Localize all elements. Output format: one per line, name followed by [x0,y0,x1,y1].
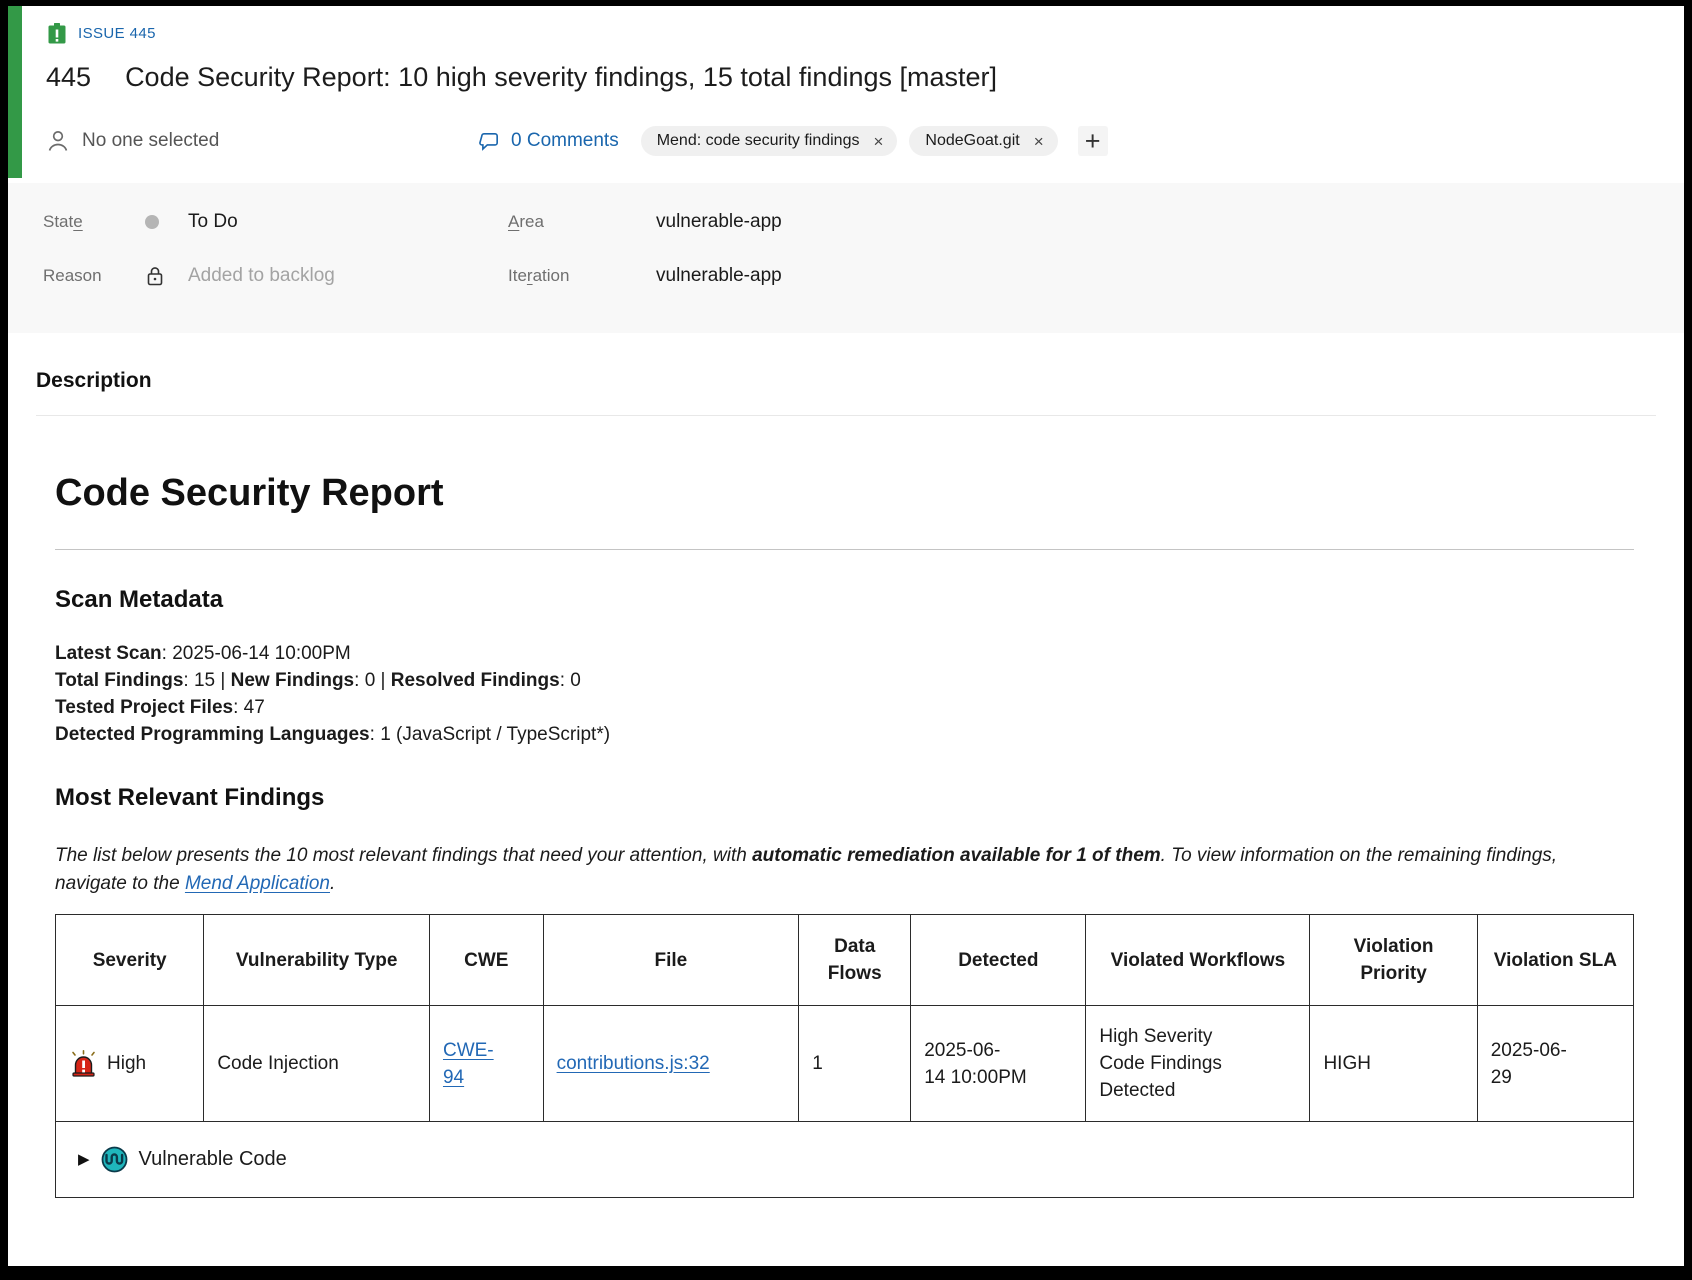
vulnerable-code-cell: ▶ Vulnerable Code [56,1122,1634,1198]
state-dot-icon [145,215,188,229]
description-section: Description [8,333,1684,416]
data-flows-cell: 1 [799,1006,911,1122]
work-item-title-row: 445 Code Security Report: 10 high severi… [46,62,1660,93]
siren-icon [69,1050,98,1077]
state-column: State To Do Reason Added to backlog [43,205,508,313]
description-body: Code Security Report Scan Metadata Lates… [8,472,1684,1198]
col-detected: Detected [911,915,1086,1006]
findings-table: Severity Vulnerability Type CWE File Dat… [55,914,1634,1198]
vulnerable-code-row: ▶ Vulnerable Code [56,1122,1634,1198]
state-field: State To Do [43,205,508,239]
reason-field: Reason Added to backlog [43,259,508,293]
work-item-meta-row: No one selected 0 Comments Mend: code se… [46,123,1660,159]
tag-label: Mend: code security findings [657,132,860,150]
vulnerable-code-expander[interactable]: ▶ Vulnerable Code [78,1146,1613,1173]
area-field: Area vulnerable-app [508,205,1684,239]
issue-type-icon [46,22,68,44]
assignee-picker[interactable]: No one selected [46,129,478,153]
work-item-fields-strip: State To Do Reason Added to backlog [8,183,1684,333]
work-item-type-label[interactable]: ISSUE 445 [78,25,156,42]
add-tag-button[interactable]: + [1078,126,1108,156]
col-violated-workflows: Violated Workflows [1086,915,1310,1006]
file-cell: contributions.js:32 [543,1006,799,1122]
col-violation-priority: Violation Priority [1310,915,1477,1006]
most-relevant-findings-heading: Most Relevant Findings [55,784,1634,812]
person-icon [46,129,70,153]
col-data-flows: Data Flows [799,915,911,1006]
classification-column: Area vulnerable-app Iteration vulnerable… [508,205,1684,313]
mend-application-link[interactable]: Mend Application [185,873,330,894]
comments-count-label: 0 Comments [511,130,619,152]
description-divider [36,415,1656,416]
severity-cell: High [56,1006,204,1122]
tag-pill[interactable]: Mend: code security findings × [641,126,898,156]
report-title: Code Security Report [55,472,1634,515]
work-item-header: ISSUE 445 445 Code Security Report: 10 h… [8,6,1684,159]
tag-remove-icon[interactable]: × [1034,133,1044,150]
work-item-id: 445 [46,62,91,93]
work-item-title[interactable]: Code Security Report: 10 high severity f… [125,62,1660,93]
assignee-label: No one selected [82,130,219,152]
state-label: State [43,212,145,232]
violation-priority-cell: HIGH [1310,1006,1477,1122]
col-vulnerability-type: Vulnerability Type [204,915,430,1006]
lock-icon [145,265,188,287]
tag-label: NodeGoat.git [925,132,1019,150]
severity-value: High [107,1050,146,1077]
iteration-value[interactable]: vulnerable-app [656,265,782,287]
tag-list: Mend: code security findings × NodeGoat.… [641,126,1108,156]
area-label: Area [508,212,656,232]
violation-sla-cell: 2025-06- 29 [1477,1006,1633,1122]
description-heading: Description [36,369,1656,393]
comment-bubble-icon [478,130,501,153]
report-divider [55,549,1634,550]
col-file: File [543,915,799,1006]
work-item-window: ISSUE 445 445 Code Security Report: 10 h… [8,6,1684,1266]
finding-row: High Code Injection CWE- 94 contribution… [56,1006,1634,1122]
vulnerability-type-cell: Code Injection [204,1006,430,1122]
scan-metadata-heading: Scan Metadata [55,586,1634,614]
col-cwe: CWE [429,915,543,1006]
expander-triangle-icon: ▶ [78,1146,90,1173]
cwe-cell: CWE- 94 [429,1006,543,1122]
cwe-link[interactable]: CWE- 94 [443,1040,494,1088]
iteration-label: Iteration [508,266,656,286]
findings-header-row: Severity Vulnerability Type CWE File Dat… [56,915,1634,1006]
reason-value[interactable]: Added to backlog [188,265,335,287]
iteration-field: Iteration vulnerable-app [508,259,1684,293]
tag-pill[interactable]: NodeGoat.git × [909,126,1057,156]
reason-label: Reason [43,266,145,286]
vulnerable-code-label: Vulnerable Code [139,1146,287,1173]
violated-workflows-cell: High Severity Code Findings Detected [1086,1006,1310,1122]
comments-link[interactable]: 0 Comments [478,130,619,153]
col-severity: Severity [56,915,204,1006]
area-value[interactable]: vulnerable-app [656,211,782,233]
tag-remove-icon[interactable]: × [873,133,883,150]
detected-cell: 2025-06- 14 10:00PM [911,1006,1086,1122]
work-item-type-color-bar [8,6,22,178]
findings-intro-text: The list below presents the 10 most rele… [55,842,1634,898]
col-violation-sla: Violation SLA [1477,915,1633,1006]
wave-icon [101,1146,128,1173]
file-link[interactable]: contributions.js:32 [557,1053,710,1074]
work-item-type-row: ISSUE 445 [46,20,1660,46]
screenshot-frame: ISSUE 445 445 Code Security Report: 10 h… [0,0,1692,1280]
state-value[interactable]: To Do [188,211,238,233]
scan-metadata-text: Latest Scan: 2025-06-14 10:00PM Total Fi… [55,640,1634,748]
